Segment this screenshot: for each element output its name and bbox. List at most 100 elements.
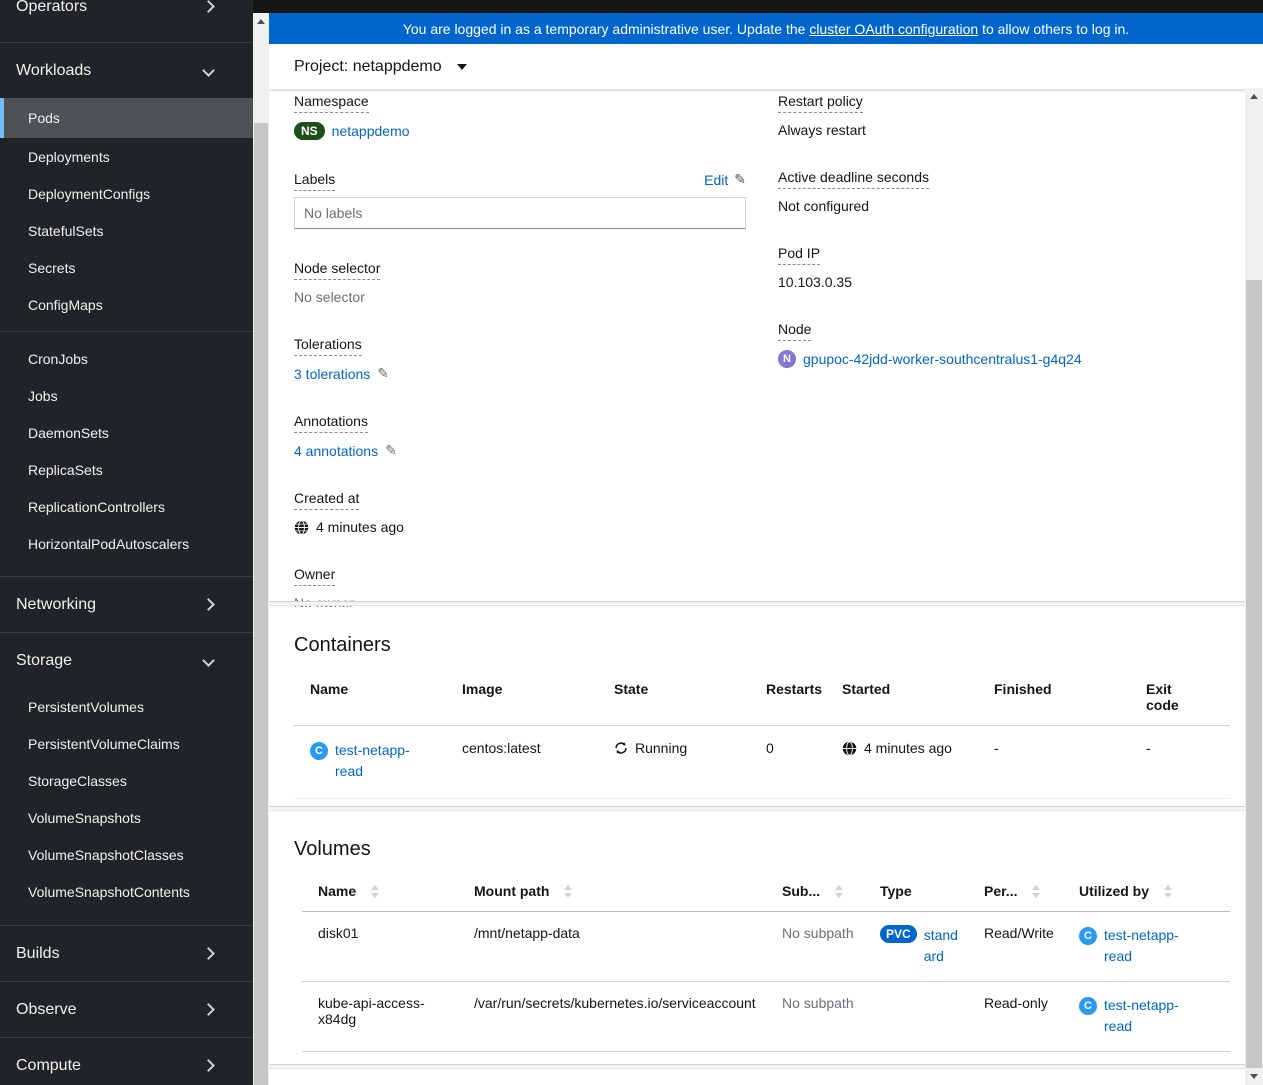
cluster-oauth-configuration-link[interactable]: cluster OAuth configuration (809, 21, 978, 37)
scroll-down-button[interactable] (1245, 1068, 1263, 1085)
chevron-down-icon (202, 652, 215, 670)
utilized-by-link[interactable]: test-netapp-read (1104, 995, 1196, 1037)
container-name-link[interactable]: test-netapp-read (335, 740, 421, 782)
pod-details-section: Namespace NS netappdemo Labels Edit ✎ No… (269, 89, 1245, 611)
node-link[interactable]: gpupoc-42jdd-worker-southcentralus1-g4q2… (803, 351, 1082, 367)
sidebar-group-label: Observe (16, 1000, 77, 1018)
sidebar-item-volumesnapshotcontents[interactable]: VolumeSnapshotContents (0, 873, 253, 910)
scroll-up-button[interactable] (1245, 88, 1263, 105)
column-header-name: Name (294, 672, 446, 726)
scrollbar-thumb[interactable] (254, 123, 268, 1085)
volume-mount-path: /var/run/secrets/kubernetes.io/serviceac… (458, 982, 766, 1052)
storage-items: PersistentVolumes PersistentVolumeClaims… (0, 688, 253, 925)
sidebar-item-replicasets[interactable]: ReplicaSets (0, 451, 253, 488)
tolerations-detail: Tolerations 3 tolerations ✎ (294, 336, 746, 382)
pencil-icon[interactable]: ✎ (377, 365, 389, 382)
column-header-started: Started (826, 672, 978, 726)
sort-icon[interactable] (564, 884, 573, 898)
utilized-by-link[interactable]: test-netapp-read (1104, 925, 1196, 967)
sidebar-item-horizontalpodautoscalers[interactable]: HorizontalPodAutoscalers (0, 525, 253, 562)
chevron-right-icon (202, 1057, 215, 1075)
sidebar-group-label: Storage (16, 651, 73, 669)
sidebar-item-persistentvolumes[interactable]: PersistentVolumes (0, 688, 253, 725)
sidebar-item-deployments[interactable]: Deployments (0, 138, 253, 175)
content-scrollbar[interactable] (1245, 88, 1263, 1085)
sidebar-divider (0, 331, 253, 332)
chevron-right-icon (202, 596, 215, 614)
column-header-type[interactable]: Type (864, 873, 968, 912)
pencil-icon[interactable]: ✎ (385, 442, 397, 459)
restart-policy-value: Always restart (778, 122, 866, 138)
containers-title: Containers (294, 634, 391, 656)
sort-icon[interactable] (1164, 884, 1173, 898)
containers-section: Containers Name Image State Restarts Sta… (269, 607, 1245, 806)
active-deadline-label: Active deadline seconds (778, 169, 929, 189)
sidebar-group-label: Networking (16, 595, 97, 613)
sidebar-item-daemonsets[interactable]: DaemonSets (0, 414, 253, 451)
node-selector-value: No selector (294, 289, 365, 305)
containers-table-header: Name Image State Restarts Started Finish… (294, 672, 1230, 726)
sidebar-group-storage[interactable]: Storage (0, 632, 253, 688)
sidebar-item-storageclasses[interactable]: StorageClasses (0, 762, 253, 799)
container-state: Running (635, 740, 688, 756)
sort-icon[interactable] (371, 884, 380, 898)
container-started: 4 minutes ago (864, 740, 952, 756)
sidebar-item-volumesnapshots[interactable]: VolumeSnapshots (0, 799, 253, 836)
project-selector-label: Project: netappdemo (294, 57, 442, 75)
column-header-mount-path[interactable]: Mount path (458, 873, 766, 912)
container-badge: C (1079, 927, 1097, 945)
column-header-exit-code: Exit code (1130, 672, 1230, 726)
sidebar-group-builds[interactable]: Builds (0, 925, 253, 981)
namespace-detail: Namespace NS netappdemo (294, 93, 746, 140)
sidebar-group-operators[interactable]: Operators (0, 0, 253, 42)
namespace-link[interactable]: netappdemo (332, 123, 410, 139)
container-image: centos:latest (446, 726, 598, 799)
column-header-name[interactable]: Name (302, 873, 458, 912)
column-header-permissions[interactable]: Per... (968, 873, 1063, 912)
sidebar-item-cronjobs[interactable]: CronJobs (0, 340, 253, 377)
tolerations-link[interactable]: 3 tolerations (294, 366, 370, 382)
volume-name: kube-api-access-x84dg (302, 982, 458, 1052)
volume-subpath: No subpath (766, 982, 864, 1052)
sidebar-item-persistentvolumeclaims[interactable]: PersistentVolumeClaims (0, 725, 253, 762)
banner-text: You are logged in as a temporary adminis… (402, 20, 810, 37)
sidebar-item-secrets[interactable]: Secrets (0, 249, 253, 286)
pvc-link[interactable]: standard (924, 925, 960, 967)
volumes-table: Name Mount path Sub... Type Per... Utili… (302, 873, 1230, 1052)
labels-detail: Labels Edit ✎ No labels (294, 171, 746, 229)
namespace-badge: NS (294, 122, 325, 140)
globe-icon (842, 740, 857, 756)
sidebar-group-workloads[interactable]: Workloads (0, 42, 253, 98)
volume-permissions: Read-only (968, 982, 1063, 1052)
sidebar-item-configmaps[interactable]: ConfigMaps (0, 286, 253, 323)
volumes-title: Volumes (294, 838, 371, 860)
sidebar-group-observe[interactable]: Observe (0, 981, 253, 1037)
sidebar-item-replicationcontrollers[interactable]: ReplicationControllers (0, 488, 253, 525)
sidebar-group-compute[interactable]: Compute (0, 1037, 253, 1085)
section-divider (269, 601, 1245, 606)
column-header-utilized-by[interactable]: Utilized by (1063, 873, 1230, 912)
volume-mount-path: /mnt/netapp-data (458, 912, 766, 982)
sidebar-item-deploymentconfigs[interactable]: DeploymentConfigs (0, 175, 253, 212)
sidebar-scrollbar[interactable] (253, 13, 269, 1085)
sidebar-item-pods[interactable]: Pods (0, 98, 253, 138)
sidebar-item-jobs[interactable]: Jobs (0, 377, 253, 414)
sidebar-item-statefulsets[interactable]: StatefulSets (0, 212, 253, 249)
arrow-up-icon (1250, 94, 1258, 99)
sort-icon[interactable] (1032, 884, 1041, 898)
annotations-link[interactable]: 4 annotations (294, 443, 378, 459)
node-selector-detail: Node selector No selector (294, 260, 746, 305)
details-right-column: Restart policy Always restart Active dea… (778, 93, 1230, 642)
scrollbar-thumb[interactable] (1246, 280, 1262, 1068)
project-selector[interactable]: Project: netappdemo (269, 44, 1263, 89)
column-header-state: State (598, 672, 750, 726)
edit-labels-link[interactable]: Edit ✎ (704, 171, 746, 188)
masthead-strip (253, 0, 1263, 13)
scroll-up-button[interactable] (253, 13, 269, 30)
details-left-column: Namespace NS netappdemo Labels Edit ✎ No… (294, 93, 746, 642)
sort-icon[interactable] (835, 884, 844, 898)
column-header-subpath[interactable]: Sub... (766, 873, 864, 912)
sidebar-item-volumesnapshotclasses[interactable]: VolumeSnapshotClasses (0, 836, 253, 873)
node-badge: N (778, 350, 796, 368)
sidebar-group-networking[interactable]: Networking (0, 576, 253, 632)
